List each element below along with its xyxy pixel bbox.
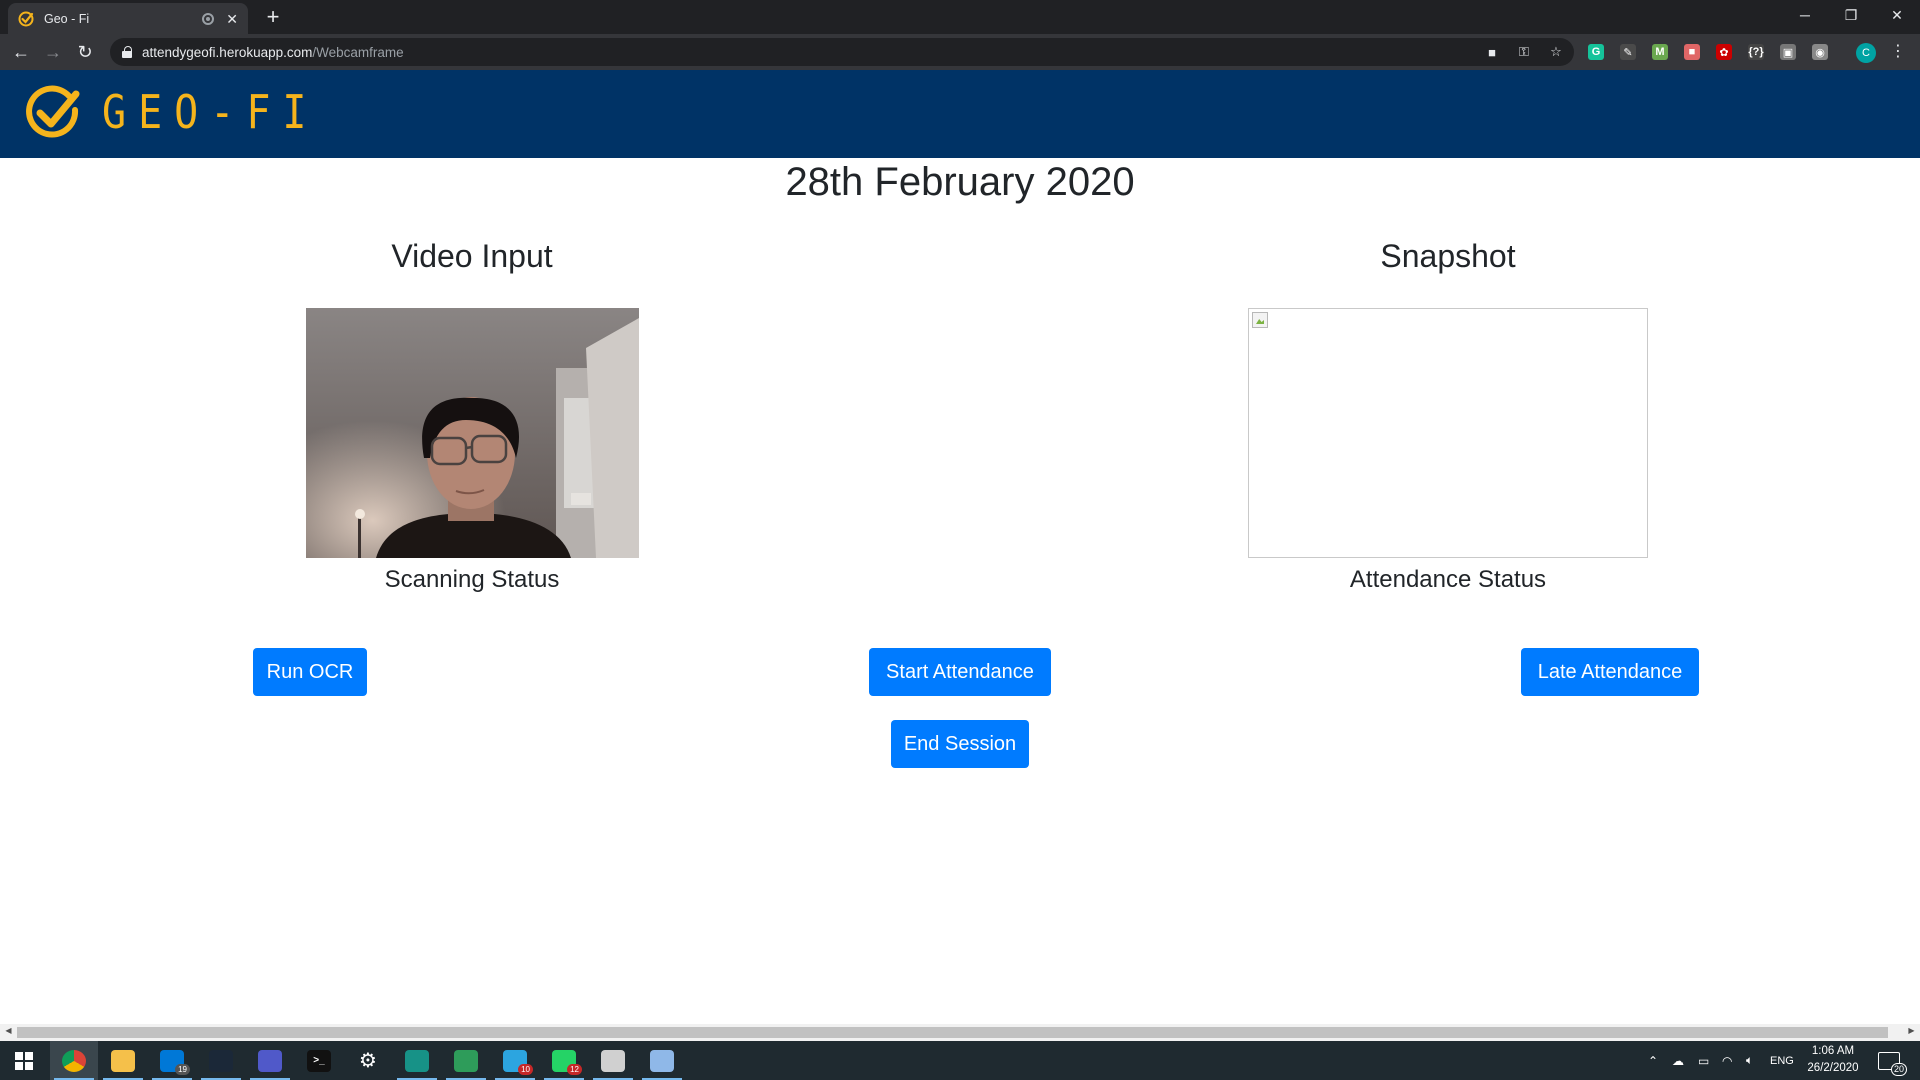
browser-tab-active[interactable]: Geo - Fi ✕ [8, 3, 248, 34]
checkmark-logo-icon [26, 85, 80, 138]
scanning-status-label: Scanning Status [384, 566, 560, 593]
start-button[interactable] [0, 1041, 48, 1080]
gitkraken-icon-glyph [405, 1049, 429, 1072]
site-navbar: GEO-FI [0, 70, 1920, 158]
window-minimize-button[interactable]: ─ [1782, 0, 1828, 30]
onedrive-cloud-icon[interactable]: ☁ [1672, 1041, 1684, 1080]
bookmark-star-icon[interactable]: ☆ [1548, 44, 1564, 60]
address-bar[interactable]: attendygeofi.herokuapp.com/Webcamframe ■… [110, 38, 1574, 66]
unread-count-badge: 10 [518, 1064, 533, 1075]
paint3d-icon-glyph [650, 1049, 674, 1072]
steam-icon-glyph [209, 1049, 233, 1072]
snapshot-image [1248, 308, 1648, 558]
unread-count-badge: 12 [567, 1064, 582, 1075]
m-extension-icon[interactable]: M [1652, 44, 1668, 60]
clock-date: 26/2/2020 [1807, 1062, 1859, 1074]
action-center-icon[interactable]: 20 [1878, 1041, 1907, 1080]
end-session-button[interactable]: End Session [891, 720, 1029, 768]
password-key-icon[interactable]: ⚿ [1516, 44, 1532, 60]
settings-icon[interactable]: ⚙ [344, 1041, 392, 1080]
broken-image-icon [1252, 312, 1268, 328]
lock-icon [122, 46, 132, 58]
browser-toolbar: ← → ↻ attendygeofi.herokuapp.com/Webcamf… [0, 34, 1920, 70]
red-extension-icon[interactable]: ✿ [1716, 44, 1732, 60]
taskbar-clock[interactable]: 1:06 AM 26/2/2020 [1800, 1043, 1866, 1077]
page-date-heading: 28th February 2020 [785, 160, 1135, 204]
app-green-icon[interactable] [442, 1041, 490, 1080]
back-arrow-icon[interactable]: ← [8, 40, 34, 64]
attendance-status-label: Attendance Status [1349, 566, 1547, 593]
forward-arrow-icon[interactable]: → [40, 40, 66, 64]
brand-name: GEO-FI [102, 86, 319, 140]
browser-menu-icon[interactable]: ⋮ [1890, 42, 1906, 62]
start-attendance-button[interactable]: Start Attendance [869, 648, 1051, 696]
terminal-icon-glyph: >_ [307, 1049, 331, 1072]
late-attendance-button[interactable]: Late Attendance [1521, 648, 1699, 696]
geofi-favicon-icon [18, 11, 34, 26]
new-tab-button[interactable]: + [260, 4, 286, 30]
paint-icon[interactable] [589, 1041, 637, 1080]
window-restore-button[interactable]: ❐ [1828, 0, 1874, 30]
camera-extension-icon[interactable]: ◉ [1812, 44, 1828, 60]
scroll-left-arrow-icon[interactable]: ◀ [0, 1026, 17, 1035]
settings-icon-glyph: ⚙ [356, 1049, 380, 1072]
url-path: /Webcamframe [312, 44, 404, 60]
mail-icon[interactable]: 19 [148, 1041, 196, 1080]
tab-close-icon[interactable]: ✕ [226, 12, 238, 26]
file-explorer-icon-glyph [111, 1049, 135, 1072]
palette-extension-icon[interactable]: ■ [1684, 44, 1700, 60]
clock-time: 1:06 AM [1811, 1045, 1855, 1057]
wifi-icon[interactable]: ◠ [1722, 1041, 1732, 1080]
battery-icon[interactable]: ▭ [1698, 1041, 1709, 1080]
profile-avatar[interactable]: C [1856, 43, 1876, 63]
teams-icon[interactable] [246, 1041, 294, 1080]
notification-count-badge: 20 [1890, 1062, 1907, 1076]
url-host: attendygeofi.herokuapp.com [142, 44, 313, 60]
color-picker-icon[interactable]: ✎ [1620, 44, 1636, 60]
tab-recording-indicator-icon [202, 12, 215, 25]
bracket-extension-icon[interactable]: {?} [1748, 44, 1764, 60]
show-hidden-icons-chevron-icon[interactable]: ⌃ [1648, 1041, 1658, 1080]
reload-icon[interactable]: ↻ [72, 40, 98, 64]
scrollbar-thumb[interactable] [17, 1027, 1888, 1038]
browser-tab-strip: Geo - Fi ✕ + ─ ❐ ✕ [0, 0, 1920, 34]
scroll-right-arrow-icon[interactable]: ▶ [1903, 1026, 1920, 1035]
video-input-title: Video Input [391, 238, 553, 274]
terminal-icon[interactable]: >_ [295, 1041, 343, 1080]
brand-logo[interactable]: GEO-FI [24, 84, 319, 142]
whatsapp-icon[interactable]: 12 [540, 1041, 588, 1080]
webcam-frame-image [306, 308, 639, 558]
camera-in-use-icon[interactable]: ■ [1484, 44, 1500, 60]
chrome-icon[interactable] [50, 1041, 98, 1080]
run-ocr-button[interactable]: Run OCR [253, 648, 367, 696]
snapshot-title: Snapshot [1380, 238, 1516, 274]
volume-icon[interactable]: 🔈︎ [1746, 1041, 1753, 1080]
language-indicator[interactable]: ENG [1770, 1041, 1794, 1080]
tab-title: Geo - Fi [44, 11, 90, 26]
webcam-video [306, 308, 639, 558]
paint3d-icon[interactable] [638, 1041, 686, 1080]
teams-icon-glyph [258, 1049, 282, 1072]
chrome-icon-glyph [62, 1049, 86, 1072]
app-green-icon-glyph [454, 1049, 478, 1072]
steam-icon[interactable] [197, 1041, 245, 1080]
gray-extension-icon[interactable]: ▣ [1780, 44, 1796, 60]
file-explorer-icon[interactable] [99, 1041, 147, 1080]
horizontal-scrollbar[interactable]: ◀ ▶ [0, 1024, 1920, 1041]
telegram-icon[interactable]: 10 [491, 1041, 539, 1080]
gitkraken-icon[interactable] [393, 1041, 441, 1080]
windows-taskbar: 19 >_ ⚙ 10 12 ⌃ ☁ ▭ ◠ 🔈︎ ENG 1:06 AM 26/2/20… [0, 1041, 1920, 1080]
windows-logo-icon [15, 1051, 33, 1070]
window-close-button[interactable]: ✕ [1874, 0, 1920, 30]
paint-icon-glyph [601, 1049, 625, 1072]
unread-count-badge: 19 [175, 1064, 190, 1075]
grammarly-icon[interactable]: G [1588, 44, 1604, 60]
